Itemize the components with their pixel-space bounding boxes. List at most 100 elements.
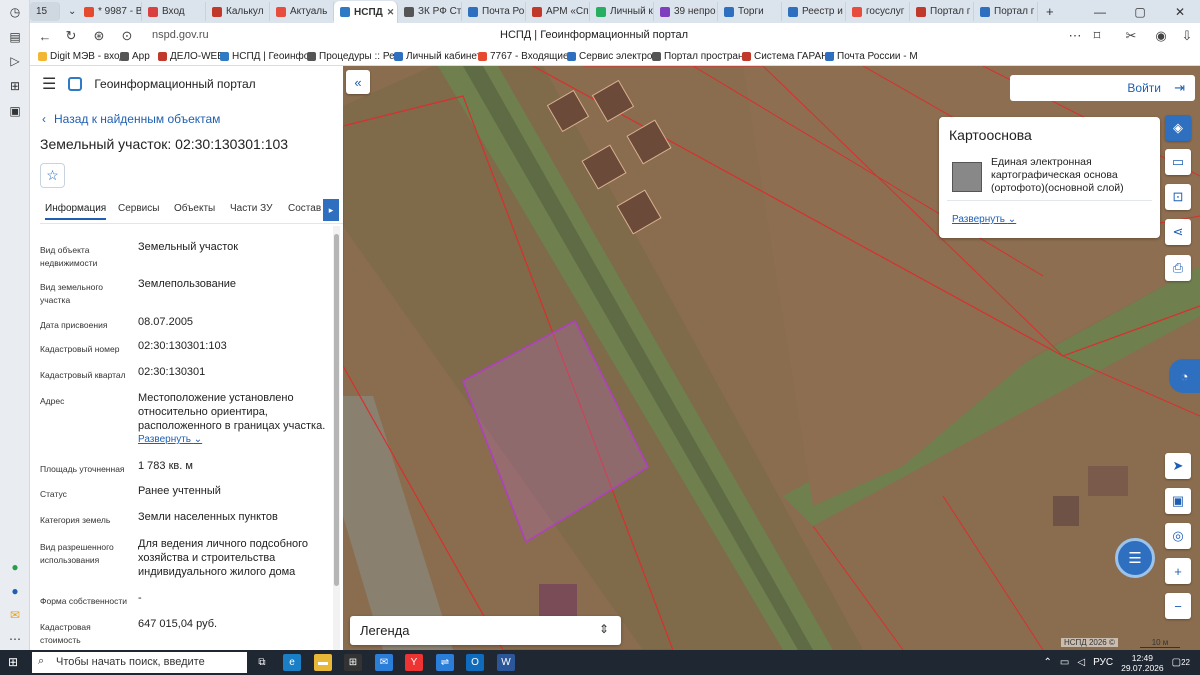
locate-button[interactable]: ➤ <box>1165 453 1191 479</box>
tab-parcel-parts[interactable]: Части ЗУ <box>230 203 272 214</box>
store-icon[interactable]: ⊞ <box>344 654 362 671</box>
scroll-thumb[interactable] <box>334 234 339 586</box>
share-tool-button[interactable]: ⋖ <box>1165 219 1191 245</box>
back-to-results-link[interactable]: ‹ Назад к найденным объектам <box>42 112 220 126</box>
zoom-out-button[interactable]: − <box>1165 593 1191 619</box>
tab-portal-2[interactable]: Портал г <box>974 2 1038 21</box>
download-icon[interactable]: ⇩ <box>1178 27 1196 45</box>
tab-portal-1[interactable]: Портал г <box>910 2 974 21</box>
edge-icon[interactable]: e <box>283 654 301 671</box>
more-icon[interactable]: ⋯ <box>6 630 24 648</box>
tab-torgi[interactable]: Торги <box>718 2 782 21</box>
bookmark-item[interactable]: Портал простран <box>652 51 744 62</box>
language-indicator[interactable]: РУС <box>1093 657 1113 668</box>
explorer-icon[interactable]: ▬ <box>314 654 332 671</box>
basemap-layer-item[interactable]: Единая электронная картографическая осно… <box>947 153 1152 201</box>
play-icon[interactable]: ▷ <box>6 52 24 70</box>
bookmark-item[interactable]: Почта России - М <box>825 51 918 62</box>
chat-support-button[interactable]: ☰ <box>1115 538 1155 578</box>
telegram-icon[interactable]: ● <box>6 582 24 600</box>
map-view[interactable]: « Войти ⇥ Картооснова Единая электронная… <box>343 66 1200 650</box>
bookmark-item[interactable]: НСПД | Геоинфор <box>220 51 315 62</box>
account-icon[interactable]: ◉ <box>1152 27 1170 45</box>
favorite-star-button[interactable]: ☆ <box>40 163 65 188</box>
legend-selector[interactable]: Легенда ⇕ <box>350 616 621 645</box>
tab-counter[interactable]: 15 <box>30 2 60 21</box>
measure-tool-button[interactable]: ▭ <box>1165 149 1191 175</box>
tab-nspd[interactable]: НСПД ✕ <box>334 1 398 23</box>
close-window-icon[interactable]: ✕ <box>1160 0 1200 23</box>
login-icon[interactable]: ⇥ <box>1174 80 1185 96</box>
minimize-icon[interactable]: — <box>1080 0 1120 23</box>
bookmark-item[interactable]: 7767 - Входящие <box>478 51 569 62</box>
yandex-icon[interactable]: ⊛ <box>90 27 108 45</box>
bookmark-item[interactable]: Digit МЭВ - вход <box>38 51 125 62</box>
sync-icon[interactable]: ⇌ <box>436 654 454 671</box>
assistant-side-button[interactable]: ◔ <box>1169 359 1200 393</box>
tab-39[interactable]: 39 непро <box>654 2 718 21</box>
zoom-in-button[interactable]: + <box>1165 558 1191 584</box>
volume-icon[interactable]: ◁ <box>1077 657 1085 668</box>
mail-icon[interactable]: ✉ <box>6 606 24 624</box>
yandex-browser-icon[interactable]: Y <box>405 654 423 671</box>
tab-arm[interactable]: АРМ «Сп <box>526 2 590 21</box>
collapse-panel-button[interactable]: « <box>346 70 370 94</box>
outlook-icon[interactable]: O <box>466 654 484 671</box>
portal-name[interactable]: Геоинформационный портал <box>94 77 255 91</box>
layers-tool-button[interactable]: ◈ <box>1165 115 1191 141</box>
login-button[interactable]: Войти <box>1127 81 1161 95</box>
bookmark-icon[interactable]: ⌑ <box>1088 27 1106 45</box>
security-lock-icon[interactable]: ⊙ <box>118 27 136 45</box>
tab-vhod[interactable]: Вход <box>142 2 206 21</box>
extension-icon[interactable]: ✂ <box>1122 27 1140 45</box>
maximize-icon[interactable]: ▢ <box>1120 0 1160 23</box>
tab-services[interactable]: Сервисы <box>118 203 159 214</box>
mail-icon[interactable]: ✉ <box>375 654 393 671</box>
minimap-button[interactable]: ▣ <box>1165 488 1191 514</box>
taskbar-search-input[interactable]: Чтобы начать поиск, введите <box>32 652 247 673</box>
tab-lk[interactable]: Личный к <box>590 2 654 21</box>
bookmark-item[interactable]: Сервис электрон <box>567 51 658 62</box>
task-view-icon[interactable]: ⧉ <box>253 654 271 671</box>
tab-gosuslugi[interactable]: госуслуг <box>846 2 910 21</box>
network-icon[interactable]: ▭ <box>1060 657 1069 668</box>
back-arrow-icon[interactable]: ← <box>36 27 54 45</box>
screenshot-icon[interactable]: ▣ <box>6 102 24 120</box>
notifications-icon[interactable]: ▢22 <box>1172 657 1190 668</box>
tab-objects[interactable]: Объекты <box>174 203 215 214</box>
tab-calculator[interactable]: Калькул <box>206 2 270 21</box>
expand-address-link[interactable]: Развернуть ⌄ <box>138 434 202 445</box>
bookmark-item[interactable]: App <box>120 51 150 62</box>
close-icon[interactable]: ✕ <box>387 7 395 18</box>
windows-start-icon[interactable]: ⊞ <box>8 655 18 669</box>
tab-reestr[interactable]: Реестр и <box>782 2 846 21</box>
portal-logo-icon[interactable] <box>68 77 83 91</box>
refresh-icon[interactable]: ↻ <box>62 27 80 45</box>
select-area-tool-button[interactable]: ⊡ <box>1165 184 1191 210</box>
bookmark-item[interactable]: ДЕЛО-WEB <box>158 51 224 62</box>
tab-zk-rf[interactable]: ЗК РФ Ст <box>398 2 462 21</box>
geolocation-button[interactable]: ◎ <box>1165 523 1191 549</box>
bookmark-item[interactable]: Система ГАРАНТ <box>742 51 834 62</box>
tab-mail-9987[interactable]: * 9987 - В <box>78 2 142 21</box>
tab-actual[interactable]: Актуаль <box>270 2 334 21</box>
panel-scrollbar[interactable] <box>333 226 340 650</box>
tab-pochta[interactable]: Почта Ро <box>462 2 526 21</box>
clock[interactable]: 12:49 29.07.2026 <box>1121 653 1164 673</box>
tray-chevron-icon[interactable]: ⌃ <box>1044 657 1052 668</box>
history-icon[interactable]: ◷ <box>6 3 24 21</box>
bookmark-item[interactable]: Процедуры :: Реа <box>307 51 400 62</box>
gpt-icon[interactable]: ● <box>6 558 24 576</box>
print-tool-button[interactable]: ⎙ <box>1165 255 1191 281</box>
new-tab-icon[interactable]: + <box>1040 2 1060 21</box>
login-bar[interactable]: Войти ⇥ <box>1010 75 1195 101</box>
address-bar[interactable]: nspd.gov.ru <box>152 29 209 41</box>
calendar-icon[interactable]: ⊞ <box>6 77 24 95</box>
tabs-scroll-right-icon[interactable]: ▸ <box>323 199 339 221</box>
more-options-icon[interactable]: ⋯ <box>1066 27 1084 45</box>
bookmark-item[interactable]: Личный кабинет <box>394 51 481 62</box>
menu-icon[interactable]: ☰ <box>42 74 56 94</box>
tab-information[interactable]: Информация <box>45 203 107 220</box>
word-icon[interactable]: W <box>497 654 515 671</box>
basemap-expand-link[interactable]: Развернуть ⌄ <box>952 214 1016 225</box>
